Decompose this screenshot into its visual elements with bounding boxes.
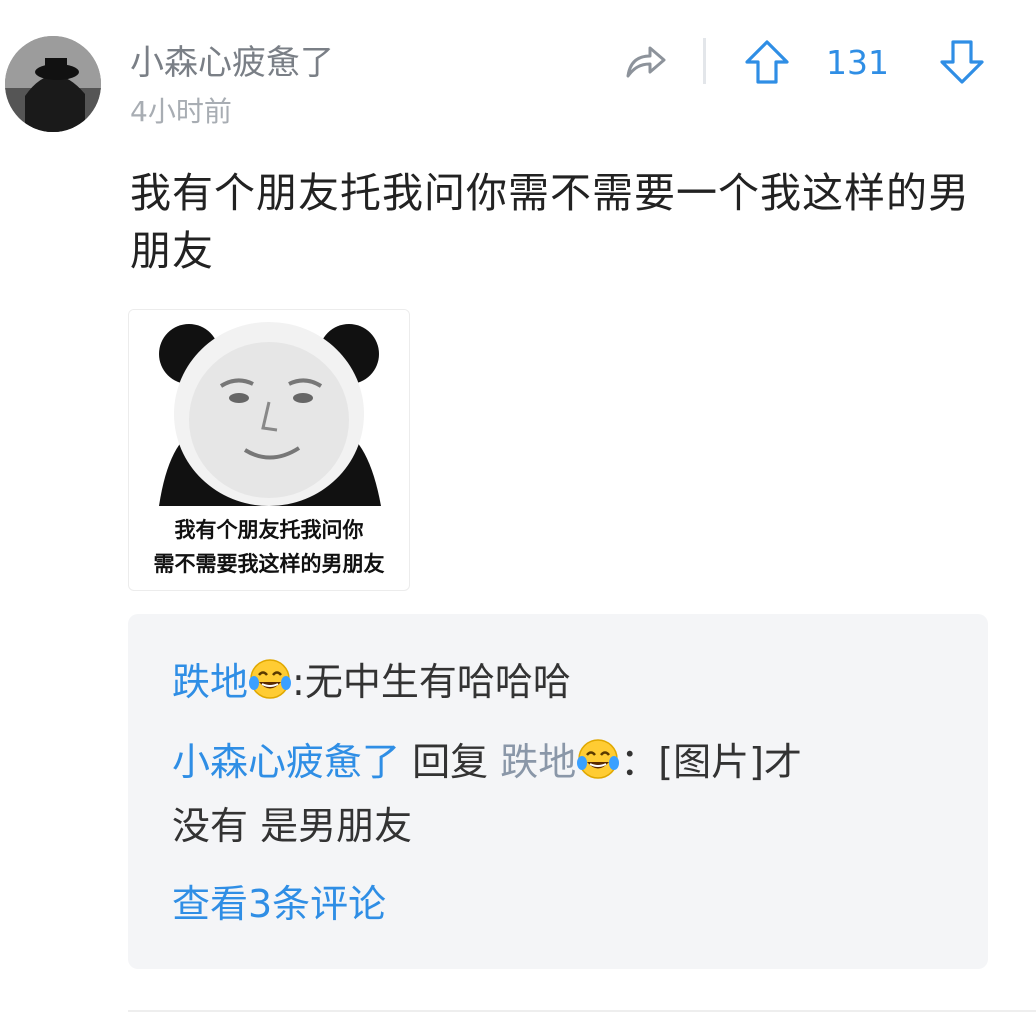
action-divider [703, 38, 706, 84]
downvote-icon[interactable] [938, 38, 986, 86]
reply-word: 回复 [412, 740, 489, 784]
share-icon[interactable] [620, 38, 668, 86]
meme-caption-line2: 需不需要我这样的男朋友 [153, 552, 385, 576]
reply-author[interactable]: 跌地 [172, 660, 248, 704]
vote-count: 131 [826, 43, 889, 82]
view-more-comments-link[interactable]: 查看3条评论 [172, 876, 386, 932]
post-author-name[interactable]: 小森心疲惫了 [130, 38, 334, 88]
reply-preview-box[interactable]: 跌地 :无中生有哈哈哈 小森心疲惫了 回复 跌地 ：[图片]才 没有 是男朋友 … [128, 614, 988, 969]
reply-separator: ： [620, 740, 659, 784]
laughing-tears-emoji [577, 739, 620, 779]
avatar-image [5, 36, 101, 132]
reply-separator: : [292, 660, 305, 704]
laughing-tears-emoji [249, 659, 292, 699]
post-content: 我有个朋友托我问你需不需要一个我这样的男朋友 [130, 169, 970, 275]
panda-face-image [129, 310, 409, 510]
meme-caption-line1: 我有个朋友托我问你 [174, 518, 364, 542]
upvote-icon[interactable] [743, 38, 791, 86]
meme-image[interactable]: 我有个朋友托我问你 需不需要我这样的男朋友 [128, 309, 410, 591]
avatar[interactable] [5, 36, 101, 132]
reply-target-user[interactable]: 跌地 [500, 740, 576, 784]
reply-text-line1: [图片]才 [658, 740, 802, 784]
reply-item: 跌地 :无中生有哈哈哈 [172, 654, 571, 710]
reply-text: 无中生有哈哈哈 [304, 660, 571, 704]
divider [128, 1010, 1036, 1012]
reply-text-line2: 没有 是男朋友 [172, 804, 413, 848]
post-timestamp: 4小时前 [130, 95, 232, 128]
reply-item: 小森心疲惫了 回复 跌地 ：[图片]才 [172, 734, 802, 790]
reply-author[interactable]: 小森心疲惫了 [172, 740, 400, 784]
